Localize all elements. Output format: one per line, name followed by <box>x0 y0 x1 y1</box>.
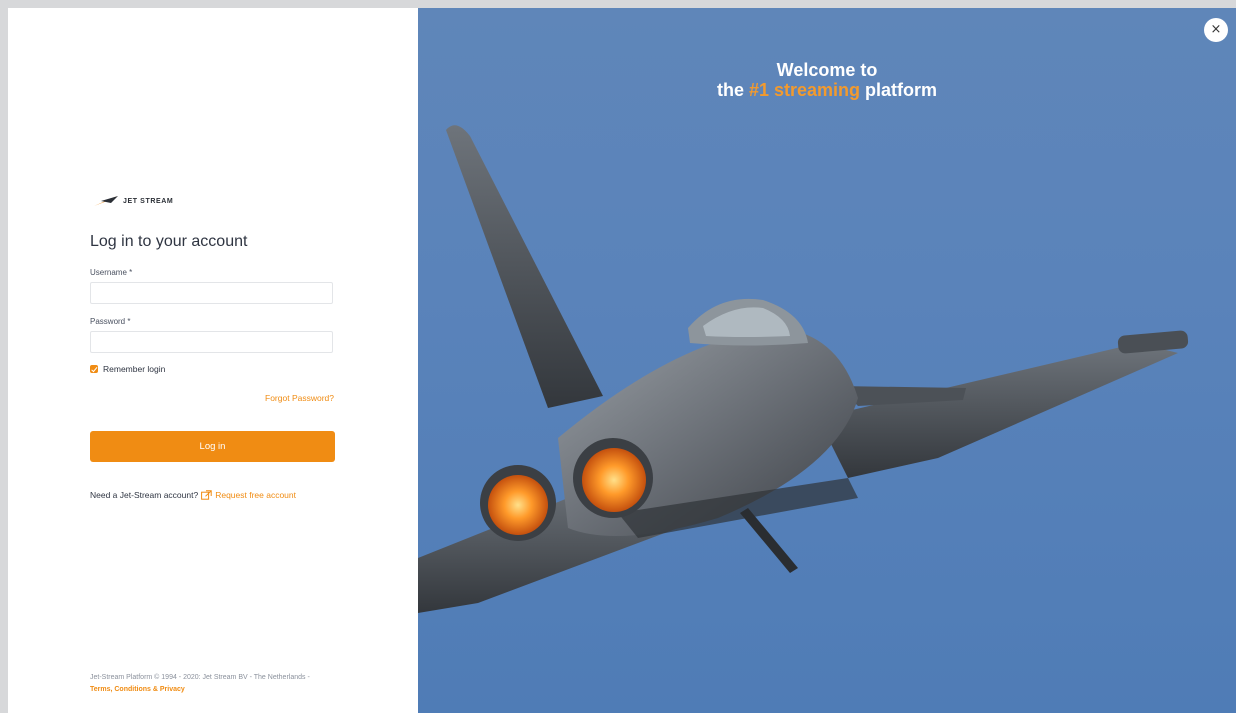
jet-stream-logo: JET STREAM <box>93 193 173 209</box>
jet-logo-icon <box>94 196 118 206</box>
page-title: Log in to your account <box>90 233 248 250</box>
terms-link[interactable]: Terms, Conditions & Privacy <box>90 686 185 693</box>
fighter-jet-image <box>418 125 1189 613</box>
login-panel: JET STREAM Log in to your account Userna… <box>8 8 418 713</box>
password-input[interactable] <box>90 331 333 353</box>
login-window: JET STREAM Log in to your account Userna… <box>8 8 1236 713</box>
copyright-text: Jet-Stream Platform © 1994 - 2020: Jet S… <box>90 674 310 681</box>
remember-checkbox[interactable] <box>90 365 98 373</box>
remember-login-toggle[interactable]: Remember login <box>90 364 165 374</box>
request-account-row: Need a Jet-Stream account? Request free … <box>90 490 296 500</box>
login-button[interactable]: Log in <box>90 431 335 462</box>
external-link-icon <box>201 490 212 500</box>
forgot-password-link[interactable]: Forgot Password? <box>265 393 334 403</box>
username-label: Username * <box>90 268 133 277</box>
welcome-accent: #1 streaming <box>748 80 861 100</box>
password-label: Password * <box>90 317 131 326</box>
welcome-heading: Welcome to the #1 streaming platform <box>418 60 1236 100</box>
hero-panel: Welcome to the #1 streaming platform × <box>418 8 1236 713</box>
request-account-label: Request free account <box>215 490 297 500</box>
welcome-line-1: Welcome to <box>776 60 878 80</box>
request-account-link[interactable]: Request free account <box>201 490 296 500</box>
need-account-text: Need a Jet-Stream account? <box>90 490 199 500</box>
close-icon: × <box>1210 22 1222 37</box>
close-button[interactable]: × <box>1204 18 1228 42</box>
remember-label: Remember login <box>103 364 166 374</box>
welcome-line-2: the #1 streaming platform <box>716 80 938 100</box>
footer: Jet-Stream Platform © 1994 - 2020: Jet S… <box>90 672 310 696</box>
logo-wordmark: JET STREAM <box>123 197 174 205</box>
username-input[interactable] <box>90 282 333 304</box>
